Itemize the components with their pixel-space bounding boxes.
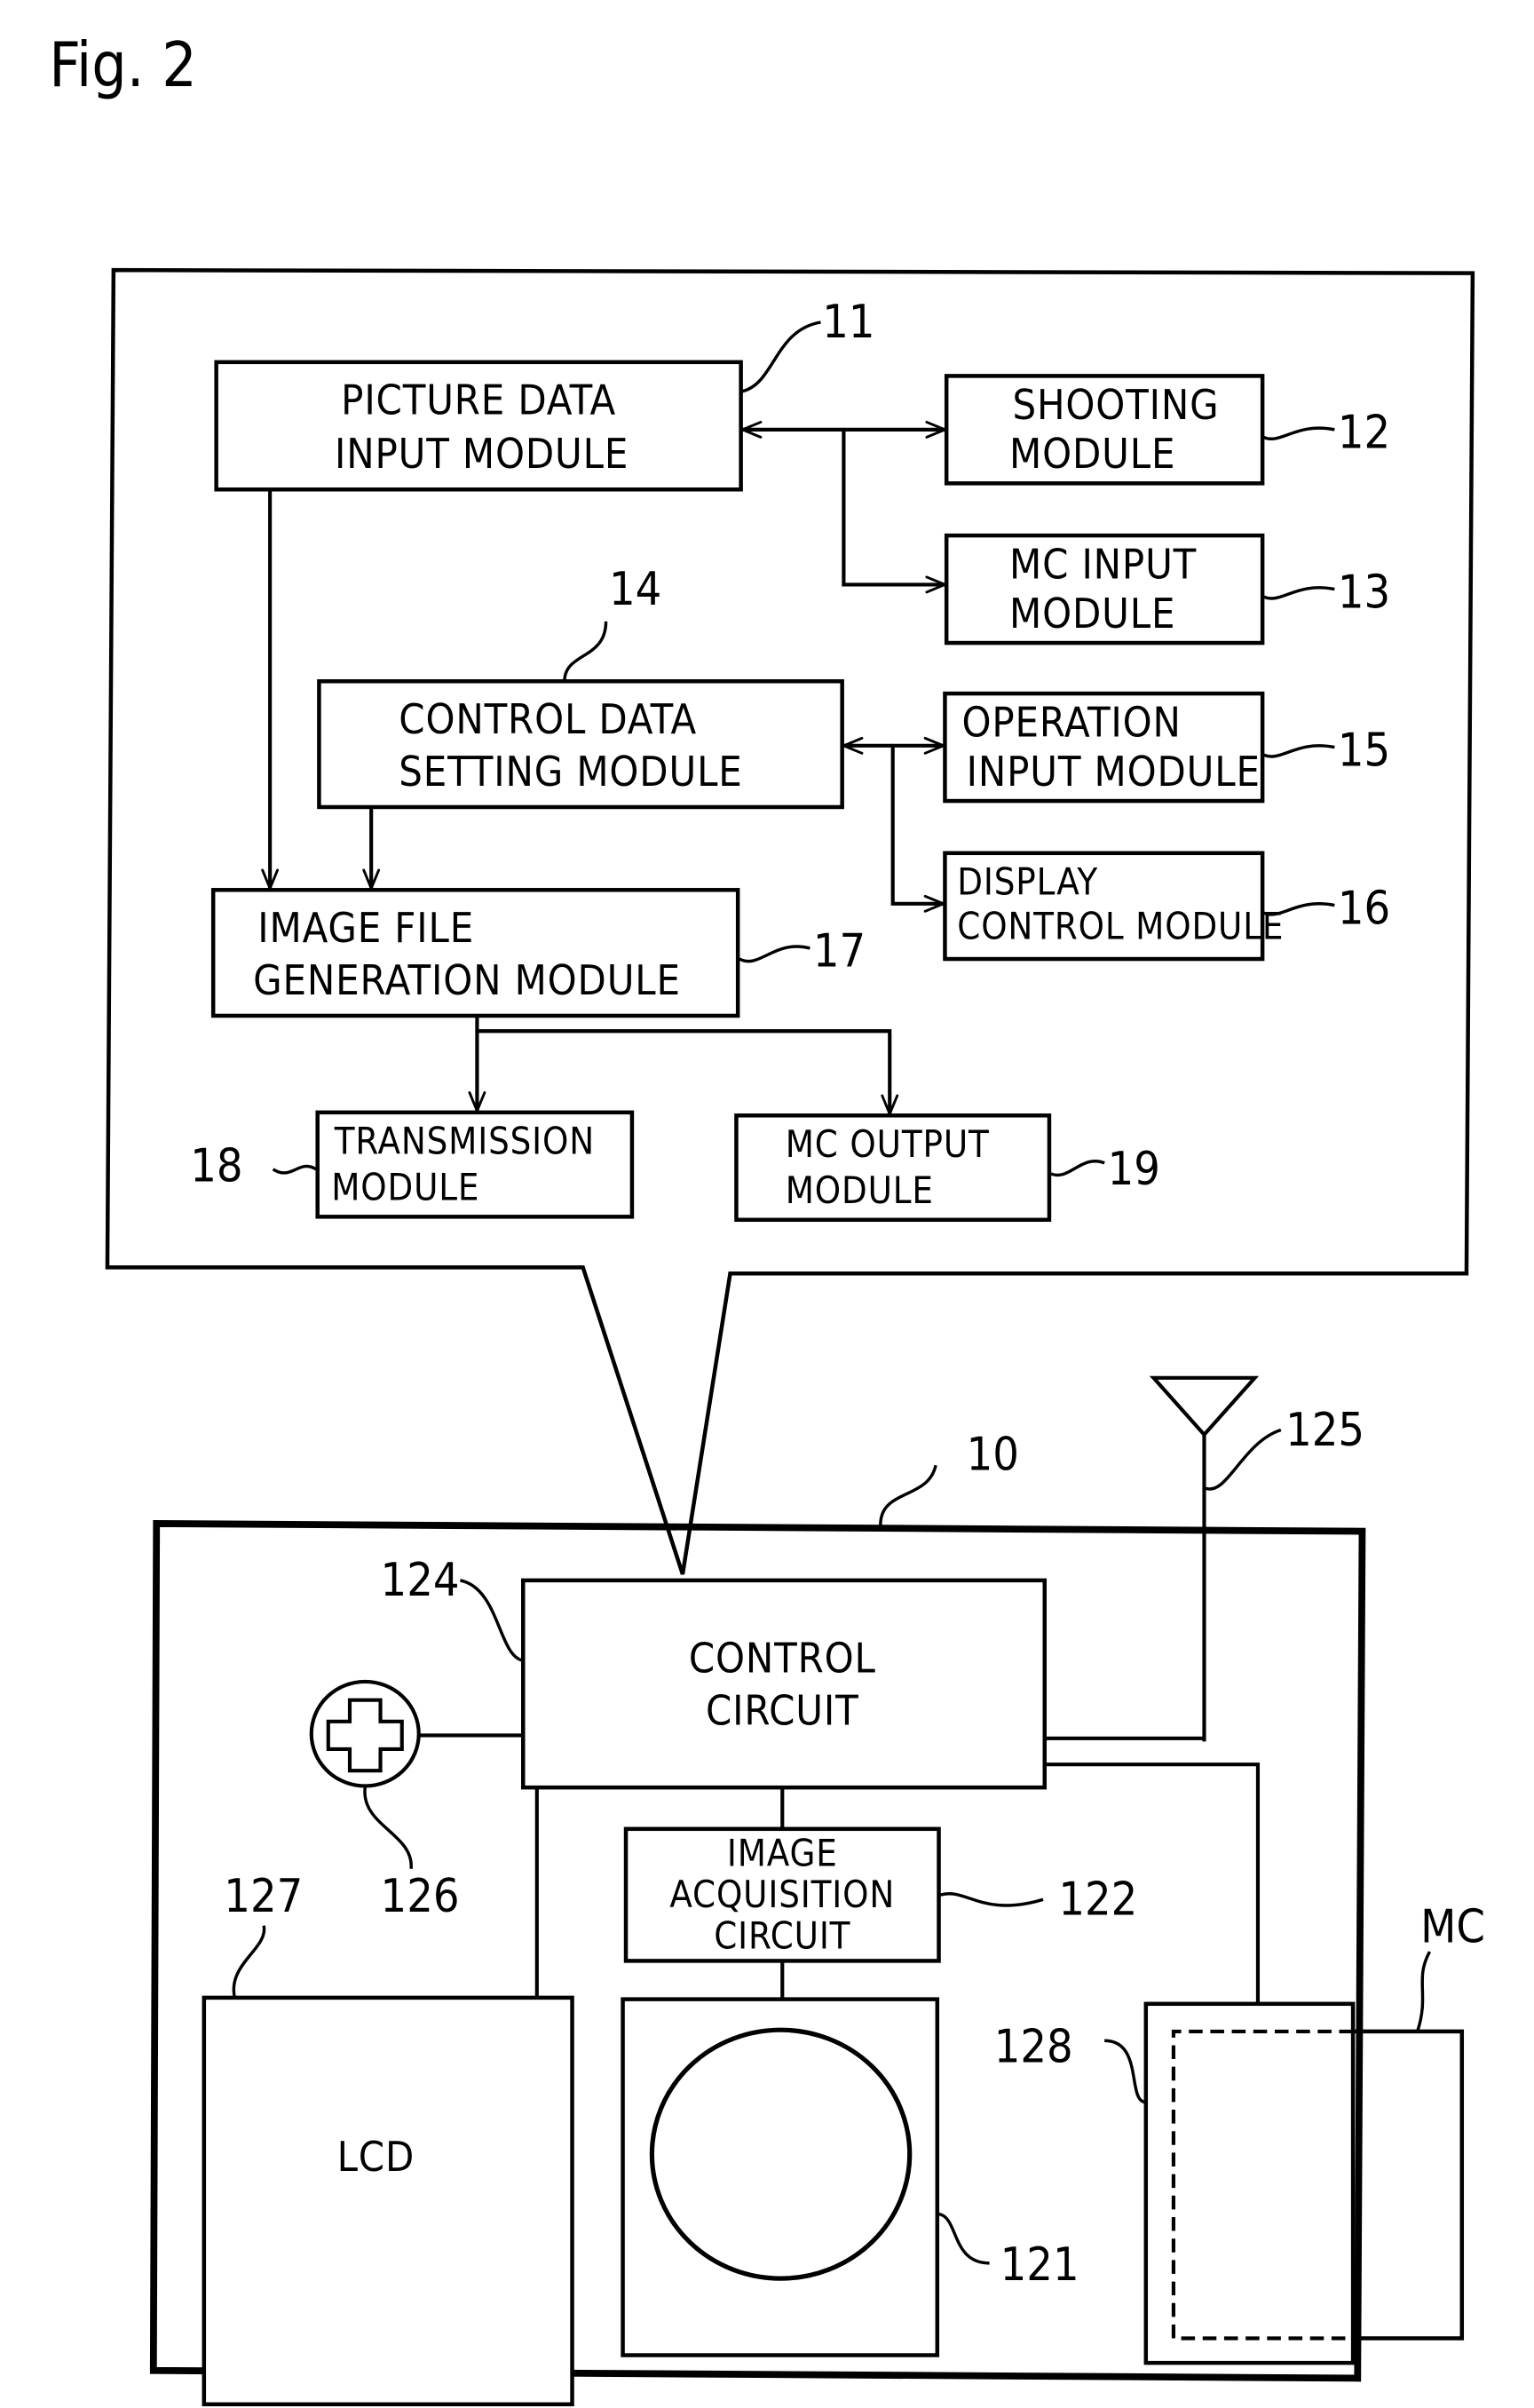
ref-leader-128 bbox=[1104, 2039, 1145, 2104]
transmission-line2: MODULE bbox=[331, 1166, 479, 1208]
ref-leader-11 bbox=[741, 321, 821, 393]
ref-13: 13 bbox=[1338, 566, 1390, 619]
picture-data-input-module: PICTURE DATA INPUT MODULE bbox=[214, 360, 743, 492]
ref-10: 10 bbox=[967, 1428, 1019, 1481]
patent-figure: Fig. 2 PICTURE DATA INPUT MODULE 11 SHOO… bbox=[49, 30, 1485, 2407]
ref-leader-126 bbox=[363, 1786, 413, 1869]
image-file-generation-line1: IMAGE FILE bbox=[257, 905, 474, 953]
arrow-control-display bbox=[890, 743, 945, 904]
lcd-display: LCD bbox=[202, 1995, 574, 2407]
picture-data-input-line1: PICTURE DATA bbox=[341, 377, 616, 425]
ref-leader-12 bbox=[1263, 426, 1335, 440]
control-data-setting-module: CONTROL DATA SETTING MODULE bbox=[317, 679, 844, 810]
picture-data-input-line2: INPUT MODULE bbox=[335, 431, 629, 479]
mc-output-line1: MC OUTPUT bbox=[786, 1123, 990, 1166]
operation-input-module: OPERATION INPUT MODULE bbox=[943, 691, 1265, 804]
ref-16: 16 bbox=[1338, 882, 1390, 935]
display-control-line1: DISPLAY bbox=[957, 860, 1098, 903]
ref-125: 125 bbox=[1285, 1404, 1364, 1457]
arrow-picture-mc-input bbox=[842, 427, 947, 585]
transmission-module: TRANSMISSION MODULE bbox=[315, 1110, 635, 1219]
transmission-line1: TRANSMISSION bbox=[334, 1120, 595, 1162]
ref-leader-122 bbox=[939, 1892, 1044, 1907]
display-control-line2: CONTROL MODULE bbox=[957, 906, 1284, 948]
card-slot bbox=[1143, 2001, 1356, 2365]
ref-121: 121 bbox=[1000, 2238, 1079, 2292]
display-control-module: DISPLAY CONTROL MODULE bbox=[943, 851, 1284, 962]
arrow-imagefile-to-mc-output bbox=[475, 1029, 890, 1116]
image-file-generation-line2: GENERATION MODULE bbox=[253, 957, 681, 1005]
dpad-icon bbox=[309, 1679, 421, 1788]
figure-title: Fig. 2 bbox=[49, 30, 197, 101]
lens-unit bbox=[621, 1997, 940, 2357]
ref-leader-121 bbox=[937, 2212, 990, 2265]
ref-122: 122 bbox=[1058, 1873, 1137, 1927]
ref-128: 128 bbox=[994, 2020, 1073, 2073]
ref-leader-10 bbox=[879, 1464, 937, 1527]
mc-label: MC bbox=[1420, 1901, 1485, 1954]
ref-19: 19 bbox=[1108, 1143, 1160, 1196]
ref-leader-125 bbox=[1205, 1428, 1282, 1491]
shooting-line1: SHOOTING bbox=[1012, 382, 1219, 430]
operation-input-line1: OPERATION bbox=[961, 699, 1181, 747]
ref-126: 126 bbox=[381, 1870, 460, 1923]
control-data-setting-line2: SETTING MODULE bbox=[399, 749, 742, 796]
ref-18: 18 bbox=[190, 1140, 242, 1193]
shooting-line2: MODULE bbox=[1009, 431, 1175, 479]
lcd-label: LCD bbox=[337, 2134, 415, 2182]
ref-124: 124 bbox=[381, 1554, 460, 1607]
image-acquisition-line3: CIRCUIT bbox=[714, 1915, 850, 1958]
ref-leader-17 bbox=[739, 945, 810, 963]
image-acquisition-line2: ACQUISITION bbox=[669, 1873, 895, 1916]
image-acquisition-circuit: IMAGE ACQUISITION CIRCUIT bbox=[623, 1826, 941, 1963]
mc-output-line2: MODULE bbox=[786, 1169, 934, 1212]
mc-input-module: MC INPUT MODULE bbox=[944, 533, 1265, 646]
control-circuit-line2: CIRCUIT bbox=[706, 1687, 859, 1735]
ref-leader-18 bbox=[272, 1164, 317, 1175]
antenna-icon bbox=[1149, 1375, 1260, 1742]
shooting-module: SHOOTING MODULE bbox=[944, 374, 1265, 486]
control-circuit: CONTROL CIRCUIT bbox=[521, 1578, 1048, 1790]
ref-leader-124 bbox=[459, 1579, 523, 1662]
ref-15: 15 bbox=[1338, 724, 1390, 777]
ref-leader-14 bbox=[563, 621, 608, 682]
image-acquisition-line1: IMAGE bbox=[727, 1832, 838, 1874]
ref-11: 11 bbox=[822, 296, 874, 349]
ref-17: 17 bbox=[813, 925, 866, 978]
ref-127: 127 bbox=[224, 1870, 303, 1923]
mc-input-line2: MODULE bbox=[1009, 590, 1175, 638]
mc-input-line1: MC INPUT bbox=[1009, 541, 1197, 589]
image-file-generation-module: IMAGE FILE GENERATION MODULE bbox=[210, 888, 740, 1018]
ref-14: 14 bbox=[609, 563, 661, 616]
ref-leader-15 bbox=[1263, 744, 1335, 758]
ref-leader-13 bbox=[1263, 586, 1335, 600]
ref-leader-mc bbox=[1416, 1951, 1432, 2032]
mc-output-module: MC OUTPUT MODULE bbox=[734, 1113, 1052, 1223]
ref-leader-127 bbox=[232, 1925, 266, 1999]
control-circuit-line1: CONTROL bbox=[689, 1636, 876, 1683]
operation-input-line2: INPUT MODULE bbox=[967, 749, 1261, 796]
control-data-setting-line1: CONTROL DATA bbox=[399, 696, 697, 744]
ref-12: 12 bbox=[1338, 407, 1390, 460]
ref-leader-19 bbox=[1050, 1160, 1105, 1177]
